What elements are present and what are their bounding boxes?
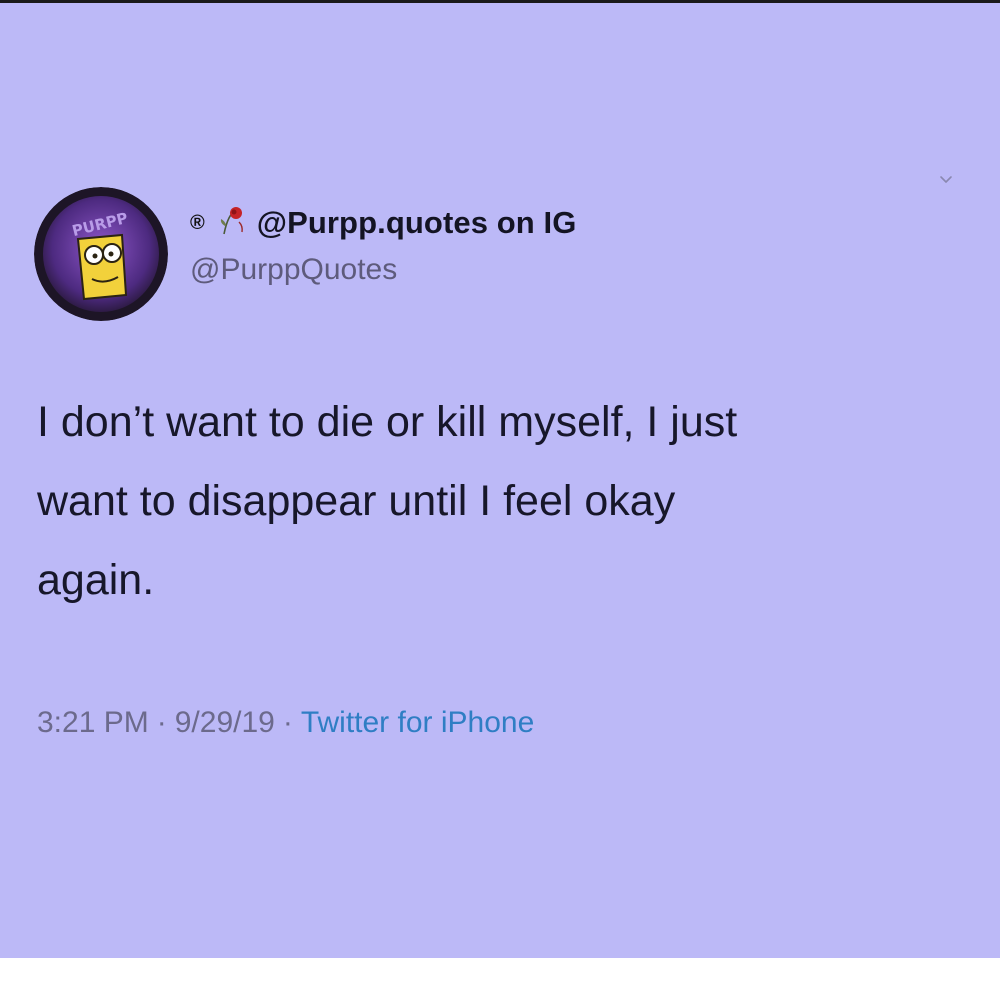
author-name-row[interactable]: ® @Purpp.quotes on IG xyxy=(190,203,576,243)
registered-icon: ® xyxy=(190,211,205,234)
avatar[interactable]: PURPP xyxy=(34,187,168,321)
tweet-card: PURPP ® @Purpp.quotes on IG @PurppQuotes… xyxy=(0,3,1000,958)
user-handle[interactable]: @PurppQuotes xyxy=(190,253,397,287)
display-name[interactable]: @Purpp.quotes on IG xyxy=(257,205,577,241)
tweet-text: I don’t want to die or kill myself, I ju… xyxy=(37,398,738,604)
tweet-date[interactable]: 9/29/19 xyxy=(175,706,275,740)
tweet-time[interactable]: 3:21 PM xyxy=(37,706,149,740)
tweet-meta: 3:21 PM · 9/29/19 · Twitter for iPhone xyxy=(37,706,534,740)
wilted-rose-icon xyxy=(215,204,249,243)
tweet-source-link[interactable]: Twitter for iPhone xyxy=(301,706,534,740)
meta-separator: · xyxy=(282,706,293,739)
meta-separator: · xyxy=(156,706,167,739)
chevron-down-icon[interactable] xyxy=(938,171,954,187)
